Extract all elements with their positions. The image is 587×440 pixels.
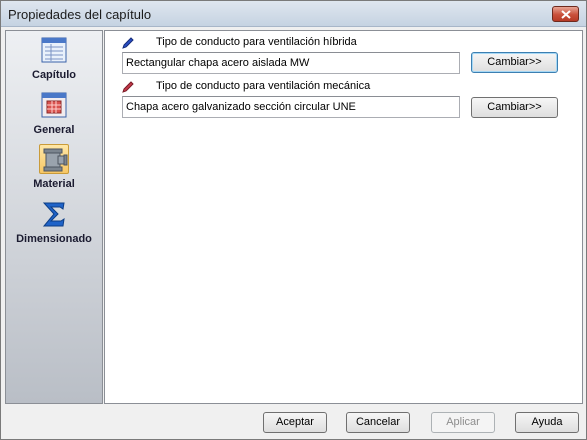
pencil-red-icon [122,81,134,93]
window-title: Propiedades del capítulo [8,7,152,22]
sidebar: Capítulo General Material Dimensionado [5,30,103,404]
document-grid-icon [39,35,69,65]
sidebar-item-label: Material [33,178,75,190]
pencil-blue-icon [122,37,134,49]
mechanical-duct-field[interactable]: Chapa acero galvanizado sección circular… [122,96,460,118]
help-button[interactable]: Ayuda [515,412,579,433]
apply-button[interactable]: Aplicar [431,412,495,433]
sidebar-item-label: Dimensionado [16,233,92,245]
title-bar[interactable]: Propiedades del capítulo [1,1,586,27]
change-mechanical-button[interactable]: Cambiar>> [471,97,558,118]
close-button[interactable] [552,6,579,22]
accept-button[interactable]: Aceptar [263,412,327,433]
hybrid-duct-label: Tipo de conducto para ventilación híbrid… [156,36,357,48]
sidebar-item-dimensionado[interactable]: Dimensionado [6,197,102,251]
hybrid-duct-field[interactable]: Rectangular chapa acero aislada MW [122,52,460,74]
cancel-button[interactable]: Cancelar [346,412,410,433]
close-icon [561,10,571,19]
table-icon [39,90,69,120]
mechanical-duct-label: Tipo de conducto para ventilación mecáni… [156,80,371,92]
sidebar-item-label: General [33,124,75,136]
sidebar-item-material[interactable]: Material [6,142,102,196]
sidebar-item-label: Capítulo [32,69,76,81]
sidebar-item-general[interactable]: General [6,88,102,142]
sigma-icon [39,199,69,229]
change-hybrid-button[interactable]: Cambiar>> [471,52,558,73]
content-panel: Tipo de conducto para ventilación híbrid… [104,30,583,404]
pipe-tee-icon [39,144,69,174]
dialog-window: Propiedades del capítulo Capítulo Genera… [0,0,587,440]
sidebar-item-capitulo[interactable]: Capítulo [6,33,102,87]
